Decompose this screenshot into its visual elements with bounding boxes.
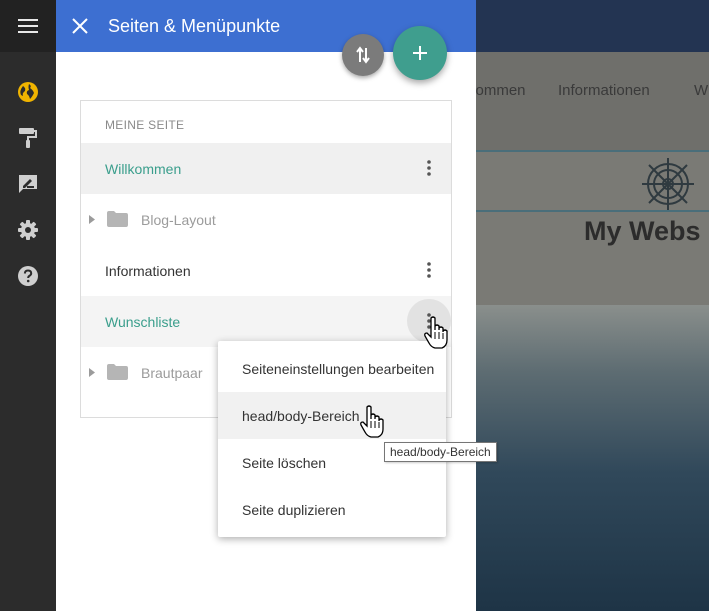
more-vert-icon xyxy=(427,160,431,176)
folder-item-label: Brautpaar xyxy=(141,364,203,381)
help-icon xyxy=(18,266,38,286)
folder-icon xyxy=(107,211,128,227)
edit-icon xyxy=(19,175,37,193)
preview-site-title: My Webs xyxy=(584,216,701,246)
sort-icon xyxy=(356,46,370,64)
preview-sea-image xyxy=(476,305,709,611)
page-item-wunschliste[interactable]: Wunschliste xyxy=(81,296,451,347)
preview-nav-item: W xyxy=(694,82,709,99)
page-item-label: Informationen xyxy=(105,262,191,279)
close-button[interactable] xyxy=(56,0,104,52)
paint-roller-icon xyxy=(19,128,37,148)
page-options-button[interactable] xyxy=(415,253,443,287)
menu-item-duplicate-page[interactable]: Seite duplizieren xyxy=(218,486,446,533)
hand-cursor-icon xyxy=(424,316,448,349)
page-item-label: Willkommen xyxy=(105,160,182,177)
section-label: MEINE SEITE xyxy=(105,118,185,132)
menu-icon xyxy=(18,19,38,33)
folder-item-blog-layout[interactable]: Blog-Layout xyxy=(81,194,451,245)
rail-design-button[interactable] xyxy=(0,118,56,158)
gear-icon xyxy=(18,220,38,240)
page-item-informationen[interactable]: Informationen xyxy=(81,245,451,296)
more-vert-icon xyxy=(427,262,431,278)
folder-icon xyxy=(107,364,128,380)
ship-wheel-icon xyxy=(642,158,694,210)
icon-rail xyxy=(0,0,56,611)
add-page-button[interactable] xyxy=(393,26,447,80)
close-icon xyxy=(72,18,88,34)
preview-nav: kommen Informationen W xyxy=(476,52,709,150)
preview-nav-item: kommen xyxy=(476,82,526,99)
menu-item-page-settings[interactable]: Seiteneinstellungen bearbeiten xyxy=(218,345,446,392)
expand-caret-icon[interactable] xyxy=(89,368,95,377)
website-preview: kommen Informationen W My Webs xyxy=(476,0,709,611)
page-item-label: Wunschliste xyxy=(105,313,181,330)
rail-website-button[interactable] xyxy=(0,72,56,112)
menu-button[interactable] xyxy=(0,0,56,52)
folder-item-label: Blog-Layout xyxy=(141,211,216,228)
panel-title: Seiten & Menüpunkte xyxy=(108,15,281,36)
preview-header xyxy=(476,0,709,52)
page-item-willkommen[interactable]: Willkommen xyxy=(81,143,451,194)
expand-caret-icon[interactable] xyxy=(89,215,95,224)
page-context-menu: Seiteneinstellungen bearbeiten head/body… xyxy=(218,341,446,537)
page-options-button[interactable] xyxy=(415,151,443,185)
globe-icon xyxy=(18,82,38,102)
plus-icon xyxy=(413,46,427,60)
preview-hero: My Webs xyxy=(476,150,709,305)
rail-settings-button[interactable] xyxy=(0,210,56,250)
tooltip: head/body-Bereich xyxy=(384,442,497,462)
rail-help-button[interactable] xyxy=(0,256,56,296)
preview-nav-item: Informationen xyxy=(558,82,650,99)
menu-item-head-body[interactable]: head/body-Bereich xyxy=(218,392,446,439)
rail-content-button[interactable] xyxy=(0,164,56,204)
hand-cursor-icon xyxy=(360,405,384,438)
sort-pages-button[interactable] xyxy=(342,34,384,76)
